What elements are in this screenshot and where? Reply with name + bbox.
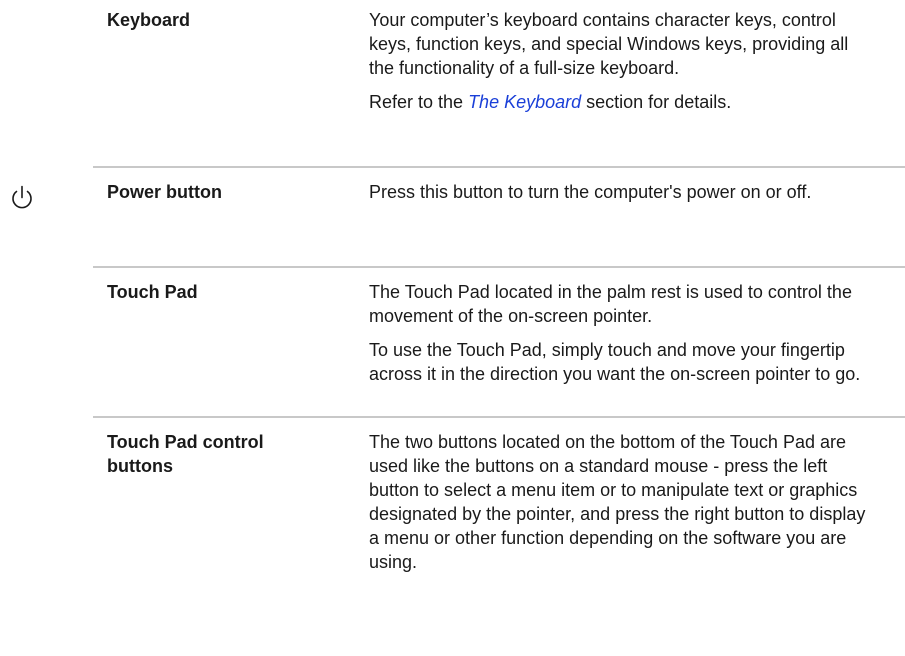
row-power-button: Power button Press this button to turn t…	[93, 180, 905, 268]
desc-keyboard: Your computer’s keyboard contains charac…	[369, 8, 869, 114]
desc-touch-pad-para2: To use the Touch Pad, simply touch and m…	[369, 340, 861, 384]
term-touch-pad: Touch Pad	[107, 282, 198, 302]
desc-touch-pad-control-buttons-para1: The two buttons located on the bottom of…	[369, 432, 866, 572]
term-power-button: Power button	[107, 182, 222, 202]
term-keyboard: Keyboard	[107, 10, 191, 30]
desc-touch-pad-control-buttons: The two buttons located on the bottom of…	[369, 430, 869, 574]
row-touch-pad-control-buttons: Touch Pad control buttons The two button…	[93, 430, 905, 650]
desc-keyboard-prefix: Refer to the	[369, 92, 469, 112]
desc-keyboard-suffix: section for details.	[581, 92, 732, 112]
row-keyboard: Keyboard Your computer’s keyboard contai…	[93, 8, 905, 168]
power-icon	[12, 185, 32, 209]
desc-keyboard-para2: Refer to the The Keyboard section for de…	[369, 90, 869, 114]
desc-touch-pad-para1: The Touch Pad located in the palm rest i…	[369, 282, 852, 326]
desc-keyboard-para1: Your computer’s keyboard contains charac…	[369, 10, 849, 78]
keyboard-section-link[interactable]: The Keyboard	[468, 92, 581, 112]
desc-touch-pad: The Touch Pad located in the palm rest i…	[369, 280, 869, 386]
desc-power-button: Press this button to turn the computer's…	[369, 180, 869, 204]
row-touch-pad: Touch Pad The Touch Pad located in the p…	[93, 280, 905, 418]
term-touch-pad-control-buttons: Touch Pad control buttons	[107, 432, 264, 476]
document-page: Keyboard Your computer’s keyboard contai…	[0, 0, 905, 656]
desc-power-button-para1: Press this button to turn the computer's…	[369, 182, 812, 202]
